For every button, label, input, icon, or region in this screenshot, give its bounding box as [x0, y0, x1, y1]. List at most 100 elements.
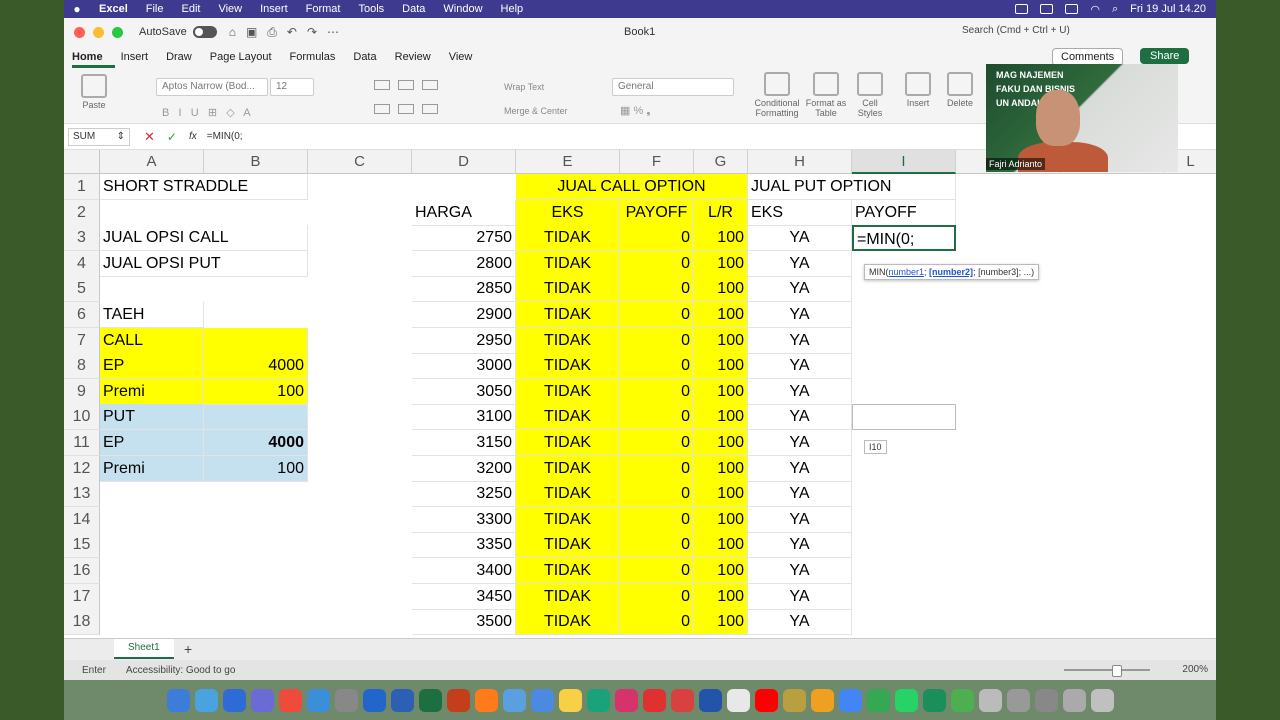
tooltip-arg2[interactable]: [number2]	[929, 267, 973, 277]
dock-app-icon[interactable]	[726, 688, 750, 712]
put-eks-7[interactable]: YA	[748, 327, 852, 354]
row-header-17[interactable]: 17	[64, 583, 100, 610]
call-eks-5[interactable]: TIDAK	[516, 276, 620, 303]
cell-h1[interactable]: JUAL PUT OPTION	[748, 174, 956, 200]
autosave-toggle[interactable]	[192, 26, 217, 38]
cell-a4[interactable]: JUAL OPSI PUT	[100, 250, 308, 277]
put-eks-4[interactable]: YA	[748, 250, 852, 277]
row-header-13[interactable]: 13	[64, 481, 100, 508]
cell-a7[interactable]: CALL	[100, 327, 204, 354]
call-lr-15[interactable]: 100	[694, 532, 748, 559]
call-lr-13[interactable]: 100	[694, 481, 748, 508]
row-header-1[interactable]: 1	[64, 174, 100, 200]
column-header-e[interactable]: E	[516, 150, 620, 174]
call-lr-12[interactable]: 100	[694, 455, 748, 482]
dock-app-icon[interactable]	[166, 688, 190, 712]
call-payoff-15[interactable]: 0	[620, 532, 694, 559]
call-lr-11[interactable]: 100	[694, 430, 748, 456]
dock-app-icon[interactable]	[194, 688, 218, 712]
row-header-4[interactable]: 4	[64, 250, 100, 277]
name-box[interactable]: SUM ⇕	[68, 127, 130, 146]
dock-app-icon[interactable]	[754, 688, 778, 712]
tab-review[interactable]: Review	[395, 51, 443, 68]
harga-3[interactable]: 2750	[412, 225, 516, 252]
tab-page-layout[interactable]: Page Layout	[210, 51, 284, 68]
put-eks-3[interactable]: YA	[748, 225, 852, 252]
dock-app-icon[interactable]	[642, 688, 666, 712]
align-middle-icon[interactable]	[398, 80, 414, 90]
tooltip-arg1[interactable]: number1	[889, 267, 925, 277]
harga-5[interactable]: 2850	[412, 276, 516, 303]
zoom-level[interactable]: 200%	[1182, 664, 1208, 675]
dock-app-icon[interactable]	[894, 688, 918, 712]
cell-a6[interactable]: TAEH	[100, 302, 204, 328]
dock-app-icon[interactable]	[390, 688, 414, 712]
harga-13[interactable]: 3250	[412, 481, 516, 508]
battery-icon[interactable]	[1065, 4, 1079, 14]
share-button[interactable]: Share	[1140, 48, 1190, 64]
harga-12[interactable]: 3200	[412, 455, 516, 482]
call-payoff-9[interactable]: 0	[620, 378, 694, 405]
dock-app-icon[interactable]	[502, 688, 526, 712]
accessibility-status[interactable]: Accessibility: Good to go	[126, 665, 236, 676]
menu-data[interactable]: Data	[393, 3, 434, 15]
cell-b12[interactable]: 100	[204, 455, 308, 482]
call-payoff-14[interactable]: 0	[620, 506, 694, 533]
harga-4[interactable]: 2800	[412, 250, 516, 277]
menu-window[interactable]: Window	[434, 3, 491, 15]
dock-app-icon[interactable]	[670, 688, 694, 712]
cell-b7-bg[interactable]	[204, 327, 308, 354]
dock-app-icon[interactable]	[278, 688, 302, 712]
tab-formulas[interactable]: Formulas	[290, 51, 348, 68]
dock-app-icon[interactable]	[586, 688, 610, 712]
align-top-icon[interactable]	[374, 80, 390, 90]
put-eks-12[interactable]: YA	[748, 455, 852, 482]
redo-icon[interactable]: ↷	[307, 25, 317, 40]
search-icon[interactable]: ⌕	[1112, 3, 1118, 16]
put-eks-13[interactable]: YA	[748, 481, 852, 508]
call-lr-5[interactable]: 100	[694, 276, 748, 303]
cell-h2[interactable]: EKS	[748, 199, 852, 226]
undo-icon[interactable]: ↶	[287, 25, 297, 40]
dock-app-icon[interactable]	[950, 688, 974, 712]
put-eks-16[interactable]: YA	[748, 558, 852, 584]
row-header-5[interactable]: 5	[64, 276, 100, 303]
number-format-dropdown[interactable]: General	[612, 78, 734, 96]
column-header-d[interactable]: D	[412, 150, 516, 174]
call-eks-4[interactable]: TIDAK	[516, 250, 620, 277]
call-lr-8[interactable]: 100	[694, 353, 748, 380]
harga-7[interactable]: 2950	[412, 327, 516, 354]
put-eks-6[interactable]: YA	[748, 302, 852, 328]
dock-app-icon[interactable]	[922, 688, 946, 712]
accept-formula-icon[interactable]: ✓	[167, 130, 177, 144]
call-eks-3[interactable]: TIDAK	[516, 225, 620, 252]
sheet-tab-sheet1[interactable]: Sheet1	[114, 639, 174, 659]
menu-insert[interactable]: Insert	[251, 3, 297, 15]
active-cell-i3[interactable]: =MIN(0;	[852, 225, 956, 252]
cell-e2[interactable]: EKS	[516, 199, 620, 226]
cancel-formula-icon[interactable]: ✕	[144, 129, 155, 145]
menu-help[interactable]: Help	[492, 3, 533, 15]
call-lr-7[interactable]: 100	[694, 327, 748, 354]
menu-view[interactable]: View	[209, 3, 251, 15]
call-payoff-5[interactable]: 0	[620, 276, 694, 303]
dock-app-icon[interactable]	[446, 688, 470, 712]
menu-app-name[interactable]: Excel	[90, 3, 137, 15]
dock-app-icon[interactable]	[1090, 688, 1114, 712]
screen-share-icon[interactable]	[1015, 4, 1029, 14]
call-eks-8[interactable]: TIDAK	[516, 353, 620, 380]
call-eks-15[interactable]: TIDAK	[516, 532, 620, 559]
menu-tools[interactable]: Tools	[349, 3, 393, 15]
align-bottom-icon[interactable]	[422, 80, 438, 90]
call-payoff-16[interactable]: 0	[620, 558, 694, 584]
save-icon[interactable]: ▣	[246, 25, 257, 40]
cell-a3[interactable]: JUAL OPSI CALL	[100, 225, 308, 252]
paste-button[interactable]: Paste	[74, 74, 114, 110]
dock-app-icon[interactable]	[1062, 688, 1086, 712]
call-payoff-18[interactable]: 0	[620, 609, 694, 636]
call-eks-18[interactable]: TIDAK	[516, 609, 620, 636]
row-header-9[interactable]: 9	[64, 378, 100, 405]
format-as-table-button[interactable]: Format as Table	[804, 72, 848, 118]
dock-app-icon[interactable]	[1034, 688, 1058, 712]
add-sheet-icon[interactable]: +	[184, 641, 192, 657]
